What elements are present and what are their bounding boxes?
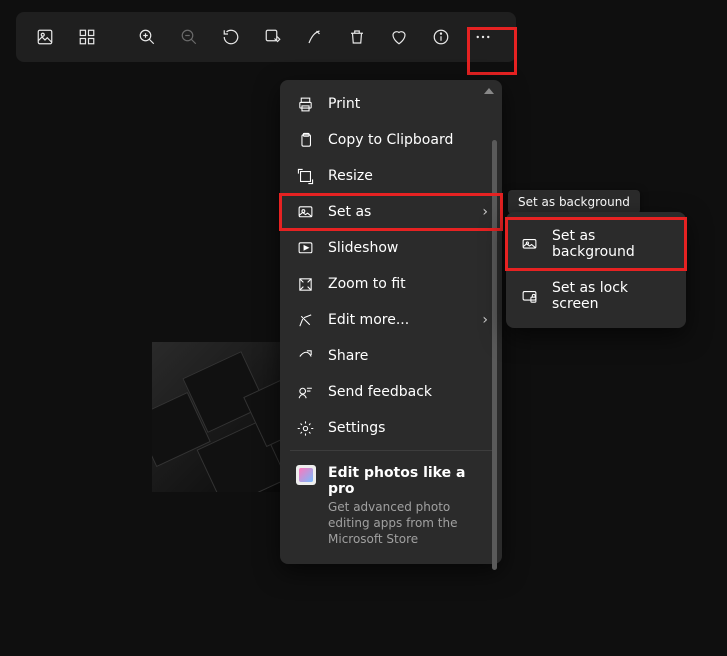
menu-label: Slideshow [328, 240, 398, 256]
menu-edit-more[interactable]: Edit more... › [280, 302, 502, 338]
tooltip: Set as background [508, 190, 640, 214]
menu-label: Resize [328, 168, 373, 184]
menu-feedback[interactable]: Send feedback [280, 374, 502, 410]
info-icon[interactable] [424, 20, 458, 54]
view-photo-icon[interactable] [28, 20, 62, 54]
submenu-label: Set as lock screen [552, 280, 672, 312]
promo-app-icon [296, 465, 316, 485]
menu-label: Edit more... [328, 312, 409, 328]
menu-promo[interactable]: Edit photos like a pro Get advanced phot… [280, 455, 502, 558]
menu-set-as[interactable]: Set as › [280, 194, 502, 230]
setas-submenu: Set as background Set as lock screen [506, 212, 686, 328]
menu-label: Zoom to fit [328, 276, 406, 292]
menu-separator [290, 450, 492, 451]
promo-subtitle: Get advanced photo editing apps from the… [328, 499, 478, 548]
menu-slideshow[interactable]: Slideshow [280, 230, 502, 266]
resize-icon [296, 167, 314, 185]
lockscreen-icon [520, 287, 538, 305]
more-button-highlight [467, 27, 517, 75]
menu-resize[interactable]: Resize [280, 158, 502, 194]
zoom-in-icon[interactable] [130, 20, 164, 54]
submenu-set-lockscreen[interactable]: Set as lock screen [506, 270, 686, 322]
menu-zoom-fit[interactable]: Zoom to fit [280, 266, 502, 302]
overflow-menu: Print Copy to Clipboard Resize Set as › … [280, 80, 502, 564]
photo-preview [152, 342, 282, 492]
slideshow-icon [296, 239, 314, 257]
chevron-right-icon: › [482, 204, 488, 220]
menu-label: Print [328, 96, 360, 112]
promo-title: Edit photos like a pro [328, 465, 486, 497]
menu-label: Copy to Clipboard [328, 132, 453, 148]
zoom-out-icon [172, 20, 206, 54]
chevron-right-icon: › [482, 312, 488, 328]
rotate-icon[interactable] [214, 20, 248, 54]
share-icon [296, 347, 314, 365]
toolbar [16, 12, 516, 62]
favorite-icon[interactable] [382, 20, 416, 54]
editmore-icon [296, 311, 314, 329]
zoomfit-icon [296, 275, 314, 293]
menu-copy[interactable]: Copy to Clipboard [280, 122, 502, 158]
menu-label: Settings [328, 420, 385, 436]
menu-print[interactable]: Print [280, 86, 502, 122]
filmstrip-icon[interactable] [70, 20, 104, 54]
feedback-icon [296, 383, 314, 401]
background-icon [520, 235, 538, 253]
submenu-label: Set as background [552, 228, 672, 260]
setas-icon [296, 203, 314, 221]
settings-icon [296, 419, 314, 437]
print-icon [296, 95, 314, 113]
delete-icon[interactable] [340, 20, 374, 54]
submenu-set-background[interactable]: Set as background [506, 218, 686, 270]
menu-share[interactable]: Share [280, 338, 502, 374]
menu-label: Set as [328, 204, 371, 220]
markup-icon[interactable] [298, 20, 332, 54]
menu-label: Send feedback [328, 384, 432, 400]
edit-image-icon[interactable] [256, 20, 290, 54]
menu-settings[interactable]: Settings [280, 410, 502, 446]
menu-label: Share [328, 348, 368, 364]
clipboard-icon [296, 131, 314, 149]
